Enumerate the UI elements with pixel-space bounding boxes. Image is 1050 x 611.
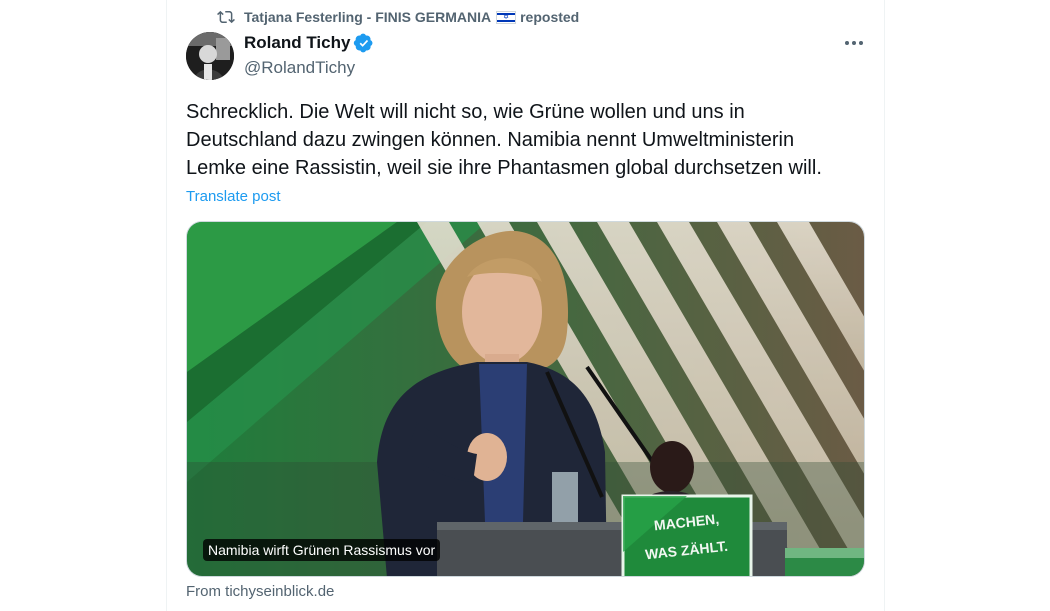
more-dots-icon xyxy=(845,41,863,45)
avatar[interactable] xyxy=(186,32,234,80)
translate-post-link[interactable]: Translate post xyxy=(186,188,281,205)
repost-icon xyxy=(217,10,235,24)
speaker-photo: MACHEN, WAS ZÄHLT. xyxy=(187,222,864,576)
link-card-image[interactable]: MACHEN, WAS ZÄHLT. Namibia wirft Grünen … xyxy=(186,221,865,577)
more-options-button[interactable] xyxy=(842,33,866,53)
author-handle[interactable]: @RolandTichy xyxy=(244,58,355,78)
repost-suffix: reposted xyxy=(520,9,580,25)
card-caption: Namibia wirft Grünen Rassismus vor xyxy=(203,539,441,561)
post-text-line: Lemke eine Rassistin, weil sie ihre Phan… xyxy=(186,157,822,179)
post-text-line: Deutschland dazu zwingen können. Namibia… xyxy=(186,129,795,151)
reposter-name[interactable]: Tatjana Festerling - FINIS GERMANIA xyxy=(244,9,491,25)
card-source[interactable]: From tichyseinblick.de xyxy=(186,583,334,600)
repost-indicator: Tatjana Festerling - FINIS GERMANIA ✡ re… xyxy=(217,7,579,27)
israel-flag-icon: ✡ xyxy=(496,10,517,24)
author-name[interactable]: Roland Tichy xyxy=(244,33,350,53)
post-text-line: Schrecklich. Die Welt will nicht so, wie… xyxy=(186,101,745,123)
author-name-row[interactable]: Roland Tichy xyxy=(244,33,373,53)
verified-badge-icon xyxy=(354,33,373,53)
post-text: Schrecklich. Die Welt will nicht so, wie… xyxy=(186,98,866,182)
